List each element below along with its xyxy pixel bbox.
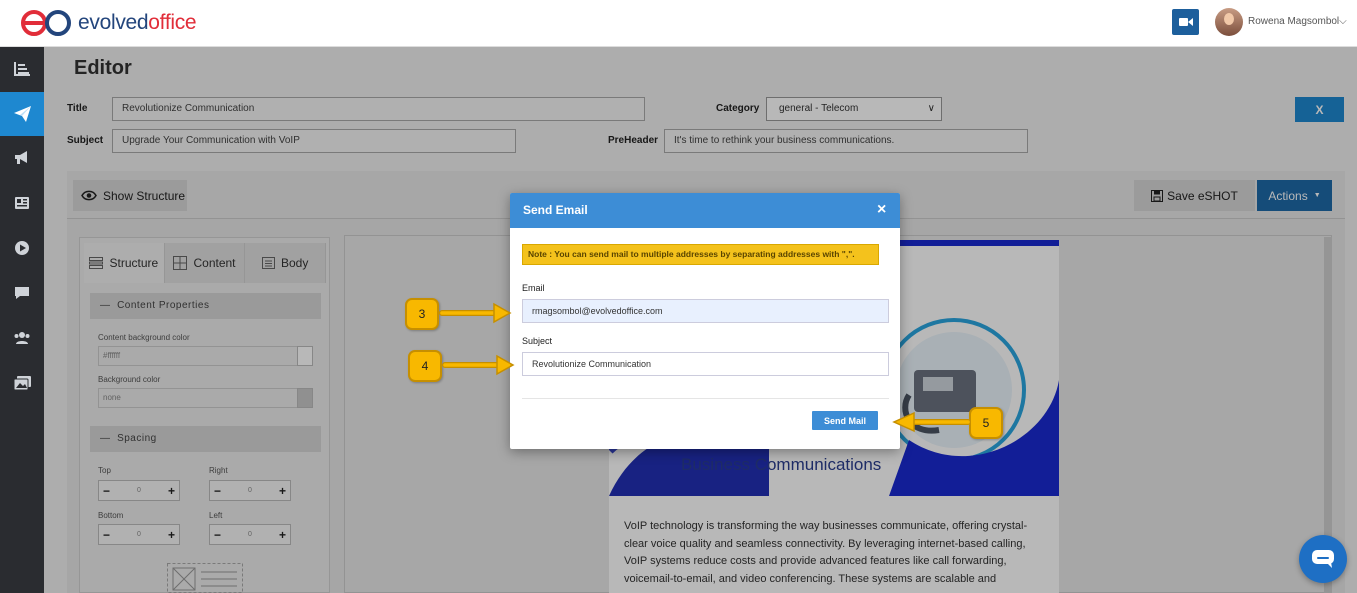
users-icon xyxy=(14,332,30,344)
close-icon[interactable]: × xyxy=(877,201,886,219)
arrow-right-icon xyxy=(442,354,515,376)
chat-icon xyxy=(15,287,29,299)
paper-plane-icon xyxy=(13,106,31,122)
email-label: Email xyxy=(522,283,545,293)
sidebar-item-contacts[interactable] xyxy=(0,316,44,360)
sidebar-item-dashboard[interactable] xyxy=(0,47,44,91)
sidebar-item-messages[interactable] xyxy=(0,271,44,315)
newspaper-icon xyxy=(15,197,29,209)
megaphone-icon xyxy=(15,151,27,164)
images-icon xyxy=(13,375,31,390)
logo-mark-icon xyxy=(21,10,71,36)
video-call-button[interactable] xyxy=(1172,9,1199,35)
modal-divider xyxy=(522,398,889,399)
top-bar: evolvedoffice Rowena Magsombol⌵ xyxy=(0,0,1357,47)
sidebar-item-gallery[interactable] xyxy=(0,361,44,405)
sidebar-item-campaigns[interactable] xyxy=(0,136,44,180)
video-camera-icon xyxy=(1178,18,1193,26)
email-field[interactable]: rmagsombol@evolvedoffice.com xyxy=(522,299,889,323)
chat-icon xyxy=(1312,550,1334,568)
logo[interactable]: evolvedoffice xyxy=(20,8,197,38)
bar-chart-icon xyxy=(14,62,30,76)
play-circle-icon xyxy=(15,241,29,255)
sidebar xyxy=(0,47,44,593)
chat-support-button[interactable] xyxy=(1299,535,1347,583)
callout-5: 5 xyxy=(969,407,1003,439)
subject-field-label: Subject xyxy=(522,336,553,346)
user-name[interactable]: Rowena Magsombol⌵ xyxy=(1248,16,1347,27)
send-email-modal: Send Email × Note : You can send mail to… xyxy=(510,193,900,449)
sidebar-item-video[interactable] xyxy=(0,226,44,270)
arrow-right-icon xyxy=(439,302,512,324)
sidebar-item-eshot[interactable] xyxy=(0,92,44,136)
note-banner: Note : You can send mail to multiple add… xyxy=(522,244,879,265)
callout-3: 3 xyxy=(405,298,439,330)
logo-text: evolvedoffice xyxy=(78,11,197,34)
user-avatar[interactable] xyxy=(1215,8,1243,36)
callout-4: 4 xyxy=(408,350,442,382)
sidebar-item-newsletter[interactable] xyxy=(0,181,44,225)
subject-field[interactable]: Revolutionize Communication xyxy=(522,352,889,376)
modal-title: Send Email xyxy=(523,203,588,217)
arrow-left-icon xyxy=(892,411,971,433)
chevron-down-icon: ⌵ xyxy=(1339,16,1347,27)
send-mail-button[interactable]: Send Mail xyxy=(812,411,878,430)
